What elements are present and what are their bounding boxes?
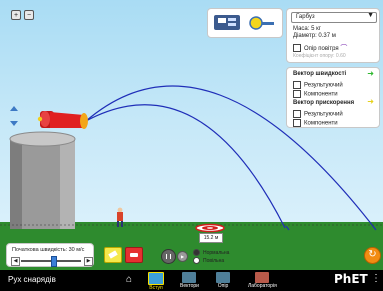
drag-coefficient-label: Коефіцієнт опору: 0.60	[293, 53, 346, 59]
pause-button[interactable]	[161, 249, 176, 264]
object-mass: Маса: 5 кг	[293, 26, 321, 32]
acceleration-total-label: Результуючий	[304, 111, 343, 118]
speed-option-normal[interactable]: Нормальна	[193, 249, 229, 256]
speed-slider-thumb[interactable]	[51, 256, 57, 267]
person-figure	[117, 207, 123, 227]
stopwatch-icon[interactable]	[214, 15, 240, 30]
app-title: Рух снарядів	[8, 275, 56, 284]
speed-decrease-button[interactable]: ◀	[11, 257, 20, 266]
phet-logo[interactable]: PhET	[334, 272, 368, 286]
air-resistance-checkbox[interactable]: Опір повітря ⌒	[293, 43, 347, 53]
height-adjust-handle[interactable]	[10, 106, 18, 126]
tab-intro[interactable]: Вступ	[148, 272, 164, 291]
velocity-total-label: Результуючий	[304, 82, 343, 89]
velocity-components-label: Компоненти	[304, 91, 338, 98]
up-arrow-icon	[10, 106, 18, 111]
tab-drag-label: Опір	[217, 283, 229, 289]
acceleration-arrow-icon: ➜	[367, 97, 374, 106]
velocity-total-checkbox[interactable]: Результуючий	[293, 81, 343, 89]
step-icon: ▶	[180, 254, 185, 259]
reset-all-button[interactable]: ↻	[364, 247, 381, 264]
target-distance-readout: 15.2 м	[199, 233, 223, 243]
cannon-fire-icon	[130, 253, 138, 257]
fire-button[interactable]	[125, 247, 143, 263]
eraser-button[interactable]	[104, 247, 122, 263]
object-panel: Гарбуз ▼ Маса: 5 кг Діаметр: 0.37 м Опір…	[286, 8, 380, 63]
vectors-tab-icon	[182, 272, 197, 283]
trajectory-path-low	[85, 104, 286, 229]
object-selected-value: Гарбуз	[296, 14, 315, 20]
lab-tab-icon	[255, 272, 270, 283]
velocity-arrow-icon: ➜	[367, 69, 374, 78]
tab-lab[interactable]: Лабораторія	[248, 272, 277, 289]
acceleration-components-checkbox[interactable]: Компоненти	[293, 119, 338, 127]
launch-tower	[9, 131, 76, 229]
tab-drag[interactable]: Опір	[216, 272, 230, 289]
velocity-components-checkbox[interactable]: Компоненти	[293, 90, 338, 98]
tab-intro-label: Вступ	[149, 285, 163, 291]
eraser-icon	[108, 250, 118, 259]
reset-icon: ↻	[368, 249, 377, 260]
air-resistance-icon: ⌒	[340, 45, 348, 52]
air-resistance-label: Опір повітря	[304, 46, 339, 52]
speed-control-panel: Початкова швидкість: 30 м/с ◀ ▶	[6, 243, 94, 267]
target[interactable]	[195, 223, 225, 233]
measuring-tape-icon[interactable]	[249, 16, 274, 30]
speed-option-slow-label: Повільна	[203, 257, 225, 264]
tools-panel	[207, 8, 283, 38]
speed-label: Початкова швидкість: 30 м/с	[12, 247, 85, 253]
down-arrow-icon	[10, 121, 18, 126]
acceleration-vectors-title: Вектор прискорення	[293, 100, 355, 106]
tab-lab-label: Лабораторія	[248, 283, 277, 289]
intro-tab-icon	[148, 272, 164, 285]
tab-vectors-label: Вектори	[180, 283, 199, 289]
menu-icon[interactable]: ⋮	[371, 273, 381, 284]
phet-logo-text: PhET	[334, 272, 368, 286]
pause-icon	[166, 253, 171, 259]
home-icon[interactable]: ⌂	[126, 274, 132, 285]
speed-option-slow[interactable]: Повільна	[193, 257, 224, 264]
speed-option-normal-label: Нормальна	[203, 249, 230, 256]
tab-vectors[interactable]: Вектори	[180, 272, 199, 289]
vectors-panel: Вектор швидкості ➜ Результуючий Компонен…	[286, 67, 380, 128]
acceleration-total-checkbox[interactable]: Результуючий	[293, 110, 343, 118]
cannon[interactable]	[37, 111, 88, 129]
velocity-vectors-title: Вектор швидкості	[293, 71, 347, 77]
acceleration-components-label: Компоненти	[304, 120, 338, 127]
tools-svg	[214, 15, 274, 30]
speed-increase-button[interactable]: ▶	[84, 257, 93, 266]
chevron-down-icon: ▼	[367, 12, 374, 19]
object-dropdown[interactable]: Гарбуз ▼	[291, 12, 377, 23]
object-diameter: Діаметр: 0.37 м	[293, 33, 336, 39]
drag-tab-icon	[216, 272, 230, 283]
step-forward-button[interactable]: ▶	[177, 251, 188, 262]
